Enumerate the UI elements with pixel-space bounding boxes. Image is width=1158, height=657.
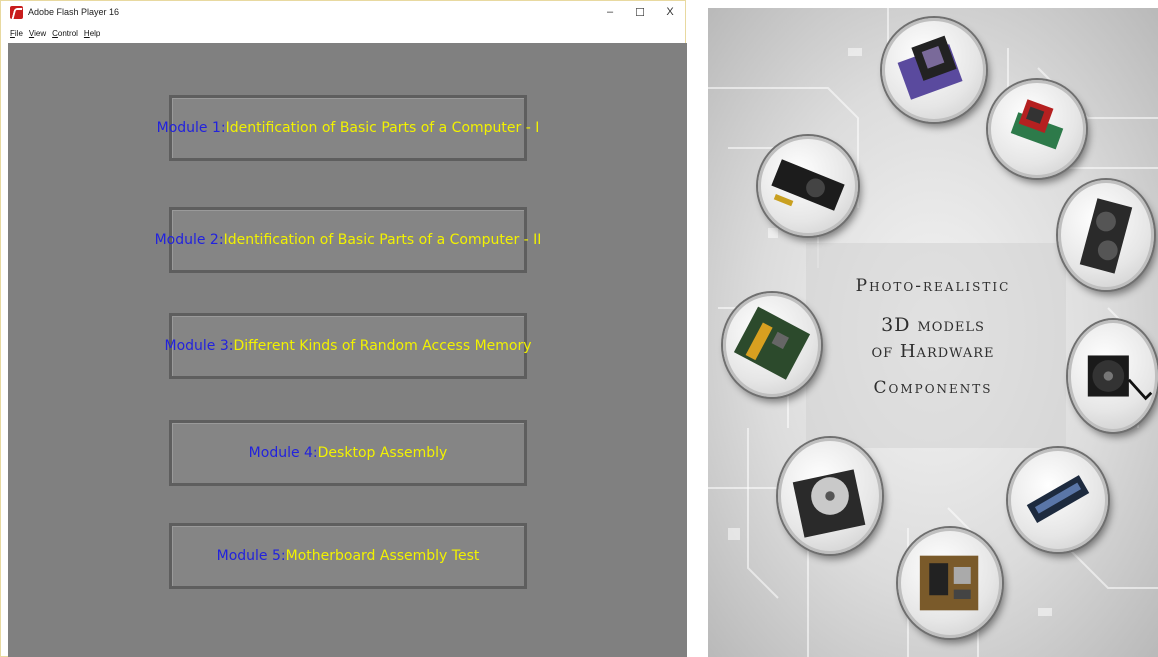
menu-control-label: ontrol [57, 28, 78, 38]
motherboard-icon [723, 293, 821, 397]
menu-bar: File View Control Help [1, 23, 685, 43]
menu-view-label: iew [34, 28, 47, 38]
module-4-button[interactable]: Module 4: Desktop Assembly [169, 420, 527, 486]
module-number: Module 4: [248, 445, 318, 461]
module-5-button[interactable]: Module 5: Motherboard Assembly Test [169, 523, 527, 589]
minimize-button[interactable]: – [595, 1, 625, 23]
video-card-icon [758, 136, 858, 236]
ram-module-icon [1008, 448, 1108, 552]
module-2-button[interactable]: Module 2: Identification of Basic Parts … [155, 207, 541, 273]
hard-drive-icon [778, 438, 882, 554]
motherboard-board-icon [898, 528, 1002, 638]
module-title: Identification of Basic Parts of a Compu… [225, 120, 540, 136]
module-title: Desktop Assembly [317, 445, 448, 461]
module-title: Different Kinds of Random Access Memory [233, 338, 532, 354]
hardware-poster: Photo-realistic 3D models of Hardware Co… [708, 8, 1158, 657]
flash-player-window: Adobe Flash Player 16 – ☐ X File View Co… [0, 0, 687, 657]
module-number: Module 1: [156, 120, 226, 136]
gpu-card-icon [1058, 180, 1154, 290]
menu-control[interactable]: Control [52, 29, 78, 38]
menu-help[interactable]: Help [84, 29, 100, 38]
menu-file[interactable]: File [10, 29, 23, 38]
close-button[interactable]: X [655, 1, 685, 23]
window-title: Adobe Flash Player 16 [28, 7, 120, 17]
menu-file-label: ile [14, 28, 23, 38]
window-controls: – ☐ X [595, 1, 685, 23]
cooling-fan-icon [1068, 320, 1158, 432]
flash-stage: Module 1: Identification of Basic Parts … [8, 43, 687, 657]
title-bar[interactable]: Adobe Flash Player 16 – ☐ X [1, 1, 685, 23]
module-number: Module 3: [164, 338, 234, 354]
cpu-chip-icon [882, 18, 986, 122]
module-3-button[interactable]: Module 3: Different Kinds of Random Acce… [164, 313, 532, 379]
module-number: Module 2: [154, 232, 224, 248]
module-title: Identification of Basic Parts of a Compu… [223, 232, 542, 248]
menu-view[interactable]: View [29, 29, 46, 38]
module-title: Motherboard Assembly Test [285, 548, 480, 564]
menu-help-label: elp [89, 28, 101, 38]
module-1-button[interactable]: Module 1: Identification of Basic Parts … [157, 95, 539, 161]
graphics-card-icon [988, 80, 1086, 178]
maximize-button[interactable]: ☐ [625, 1, 655, 23]
module-number: Module 5: [216, 548, 286, 564]
flash-player-icon [10, 5, 23, 19]
